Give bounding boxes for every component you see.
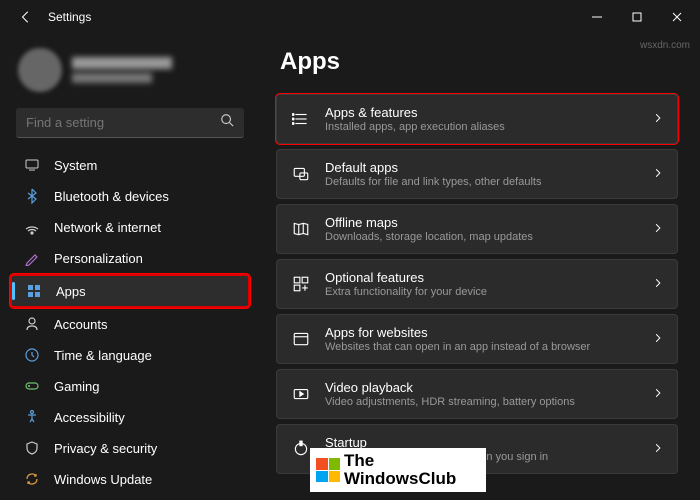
sidebar-item-personalization[interactable]: Personalization — [10, 243, 250, 273]
sidebar-item-label: Time & language — [54, 348, 152, 363]
card-optional-features[interactable]: Optional features Extra functionality fo… — [276, 259, 678, 309]
window-controls — [578, 3, 696, 31]
search-box[interactable] — [16, 108, 244, 138]
sidebar-item-accessibility[interactable]: Accessibility — [10, 402, 250, 432]
card-default-apps[interactable]: Default apps Defaults for file and link … — [276, 149, 678, 199]
sidebar-item-privacy[interactable]: Privacy & security — [10, 433, 250, 463]
startup-icon — [291, 439, 311, 459]
card-subtitle: Video adjustments, HDR streaming, batter… — [325, 396, 639, 408]
personalization-icon — [24, 250, 40, 266]
back-button[interactable] — [14, 5, 38, 29]
watermark-line2: WindowsClub — [344, 470, 456, 488]
chevron-right-icon — [653, 110, 663, 128]
list-icon — [291, 109, 311, 129]
sidebar-item-label: Network & internet — [54, 220, 161, 235]
search-icon — [220, 113, 234, 132]
card-title: Offline maps — [325, 215, 639, 230]
card-title: Default apps — [325, 160, 639, 175]
features-icon — [291, 274, 311, 294]
watermark-line1: The — [344, 452, 456, 470]
map-icon — [291, 219, 311, 239]
accessibility-icon — [24, 409, 40, 425]
card-offline-maps[interactable]: Offline maps Downloads, storage location… — [276, 204, 678, 254]
minimize-button[interactable] — [578, 3, 616, 31]
sidebar: System Bluetooth & devices Network & int… — [0, 34, 260, 500]
maximize-button[interactable] — [618, 3, 656, 31]
sidebar-item-system[interactable]: System — [10, 150, 250, 180]
titlebar: Settings — [0, 0, 700, 34]
websites-icon — [291, 329, 311, 349]
card-title: Apps & features — [325, 105, 639, 120]
video-icon — [291, 384, 311, 404]
sidebar-item-label: Privacy & security — [54, 441, 157, 456]
card-subtitle: Extra functionality for your device — [325, 286, 639, 298]
sidebar-item-label: Accounts — [54, 317, 107, 332]
user-account-area[interactable] — [6, 42, 254, 104]
windows-logo-icon — [316, 458, 340, 482]
sidebar-item-label: Bluetooth & devices — [54, 189, 169, 204]
sidebar-item-label: Accessibility — [54, 410, 125, 425]
system-icon — [24, 157, 40, 173]
card-title: Apps for websites — [325, 325, 639, 340]
window-title: Settings — [48, 10, 578, 24]
sidebar-item-label: Apps — [56, 284, 86, 299]
time-icon — [24, 347, 40, 363]
card-apps-features[interactable]: Apps & features Installed apps, app exec… — [276, 94, 678, 144]
watermark: The WindowsClub — [310, 448, 486, 492]
main-content: Apps Apps & features Installed apps, app… — [260, 34, 700, 500]
update-icon — [24, 471, 40, 487]
bluetooth-icon — [24, 188, 40, 204]
page-title: Apps — [280, 48, 678, 76]
chevron-right-icon — [653, 275, 663, 293]
card-subtitle: Installed apps, app execution aliases — [325, 121, 639, 133]
sidebar-item-label: System — [54, 158, 97, 173]
card-apps-for-websites[interactable]: Apps for websites Websites that can open… — [276, 314, 678, 364]
network-icon — [24, 219, 40, 235]
card-video-playback[interactable]: Video playback Video adjustments, HDR st… — [276, 369, 678, 419]
chevron-right-icon — [653, 330, 663, 348]
close-button[interactable] — [658, 3, 696, 31]
sidebar-item-label: Gaming — [54, 379, 100, 394]
sidebar-item-label: Windows Update — [54, 472, 152, 487]
user-info — [72, 57, 172, 83]
sidebar-item-bluetooth[interactable]: Bluetooth & devices — [10, 181, 250, 211]
default-apps-icon — [291, 164, 311, 184]
avatar — [18, 48, 62, 92]
chevron-right-icon — [653, 385, 663, 403]
search-input[interactable] — [26, 115, 220, 130]
gaming-icon — [24, 378, 40, 394]
apps-icon — [26, 283, 42, 299]
card-subtitle: Websites that can open in an app instead… — [325, 341, 639, 353]
chevron-right-icon — [653, 220, 663, 238]
sidebar-item-windows-update[interactable]: Windows Update — [10, 464, 250, 494]
card-title: Video playback — [325, 380, 639, 395]
card-subtitle: Defaults for file and link types, other … — [325, 176, 639, 188]
sidebar-item-gaming[interactable]: Gaming — [10, 371, 250, 401]
sidebar-item-time-language[interactable]: Time & language — [10, 340, 250, 370]
sidebar-item-network[interactable]: Network & internet — [10, 212, 250, 242]
chevron-right-icon — [653, 165, 663, 183]
site-watermark: wsxdn.com — [640, 40, 690, 51]
sidebar-item-apps[interactable]: Apps — [10, 274, 250, 308]
sidebar-item-label: Personalization — [54, 251, 143, 266]
shield-icon — [24, 440, 40, 456]
sidebar-item-accounts[interactable]: Accounts — [10, 309, 250, 339]
chevron-right-icon — [653, 440, 663, 458]
accounts-icon — [24, 316, 40, 332]
card-title: Optional features — [325, 270, 639, 285]
card-subtitle: Downloads, storage location, map updates — [325, 231, 639, 243]
